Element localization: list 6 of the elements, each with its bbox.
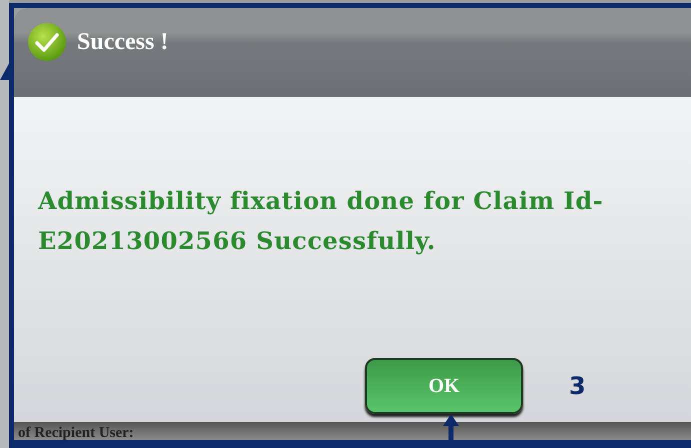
recipient-label: of Recipient User:	[17, 424, 134, 442]
annotation-number: 3	[569, 372, 586, 400]
success-message: Admissibility fixation done for Claim Id-E20213002566 Successfully.	[38, 185, 604, 257]
dialog-title: Success !	[77, 28, 168, 57]
check-icon	[27, 22, 67, 62]
ok-button[interactable]: OK	[365, 358, 523, 414]
